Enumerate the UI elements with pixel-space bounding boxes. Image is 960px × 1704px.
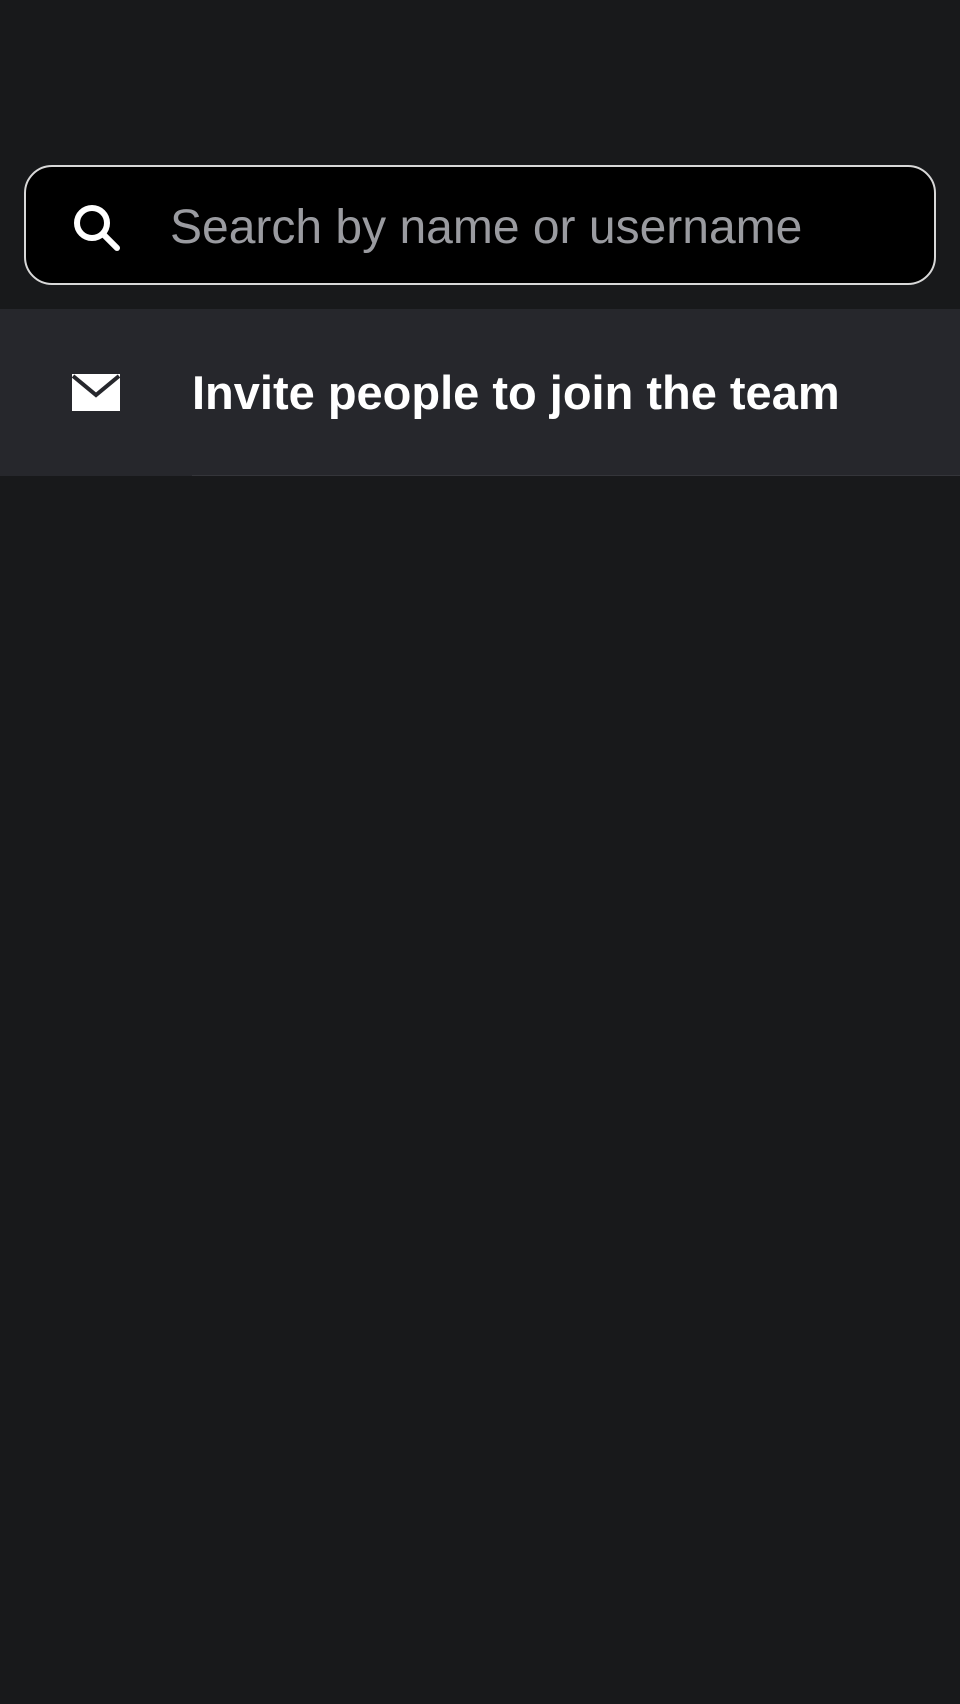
- results-list: [0, 476, 960, 1704]
- search-input[interactable]: [170, 189, 900, 265]
- invite-people-label: Invite people to join the team: [192, 366, 840, 419]
- top-bar-area: [0, 0, 960, 165]
- search-bar[interactable]: [24, 165, 936, 285]
- invite-members-screen: Invite people to join the team: [0, 0, 960, 1704]
- envelope-icon: [71, 374, 121, 411]
- search-icon: [72, 203, 120, 251]
- invite-people-row[interactable]: Invite people to join the team: [0, 309, 960, 476]
